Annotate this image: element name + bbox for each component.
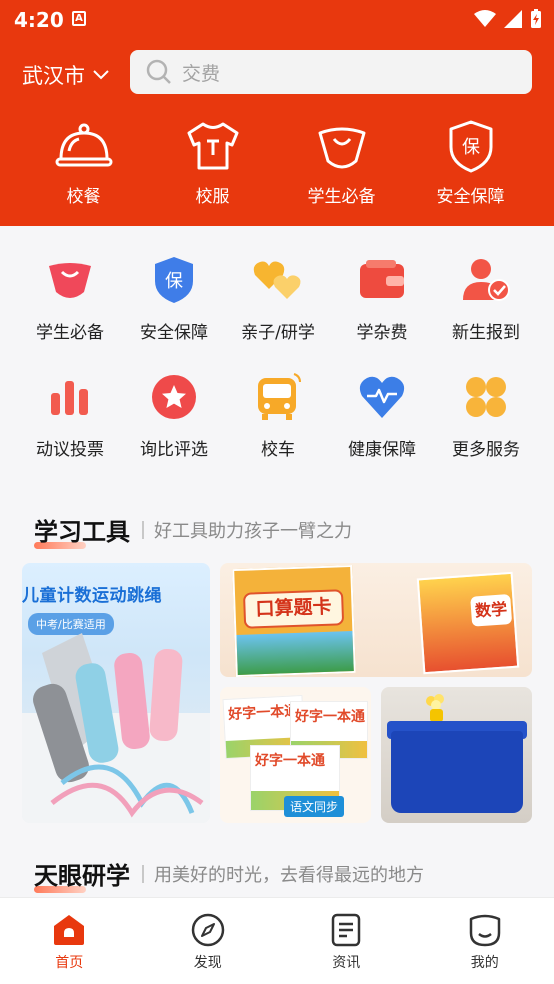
battery-icon bbox=[531, 9, 541, 28]
product-card-tablecloth[interactable] bbox=[381, 687, 532, 823]
grid-icon bbox=[466, 377, 506, 417]
product-card-math-books[interactable]: 口算题卡 数学 bbox=[220, 563, 532, 677]
section-title: 学习工具 bbox=[34, 518, 130, 546]
tab-label: 发现 bbox=[193, 955, 222, 971]
book-title: 好字一本通 bbox=[295, 709, 365, 725]
book-title: 数学 bbox=[470, 593, 513, 627]
service-label: 新生报到 bbox=[452, 323, 520, 343]
service-label: 学杂费 bbox=[356, 323, 408, 343]
status-time: 4:20 bbox=[14, 8, 64, 32]
product-card-jump-rope[interactable]: 儿童计数运动跳绳 中考/比赛适用 bbox=[22, 563, 210, 823]
compass-icon bbox=[191, 913, 224, 947]
flower-pot-image bbox=[426, 694, 444, 722]
shield-icon: 保 bbox=[449, 120, 492, 173]
service-label: 询比评选 bbox=[140, 440, 208, 460]
heart-pulse-icon bbox=[359, 376, 405, 418]
shield-icon: 保 bbox=[155, 257, 193, 303]
bus-icon bbox=[258, 373, 301, 420]
top-nav-meal[interactable]: 校餐 bbox=[19, 118, 148, 207]
service-vote[interactable]: 动议投票 bbox=[18, 369, 122, 460]
profile-icon bbox=[469, 914, 500, 947]
top-nav-label: 学生必备 bbox=[307, 187, 376, 207]
city-selector[interactable]: 武汉市 bbox=[22, 60, 109, 90]
service-label: 学生必备 bbox=[36, 323, 104, 343]
bottom-tab-bar: 首页 发现 资讯 我的 bbox=[0, 897, 554, 984]
top-nav: 校餐 校服 学生必备 保 安全保障 bbox=[0, 118, 554, 207]
service-enrollment[interactable]: 新生报到 bbox=[434, 252, 538, 343]
tab-news[interactable]: 资讯 bbox=[277, 898, 416, 984]
bar-chart-icon bbox=[51, 381, 88, 415]
tab-home[interactable]: 首页 bbox=[0, 898, 139, 984]
service-grid: 学生必备 保 安全保障 亲子/研学 学杂费 新生报到 动议投票 询比评选 校车 … bbox=[18, 252, 538, 460]
service-label: 动议投票 bbox=[36, 440, 104, 460]
service-label: 更多服务 bbox=[452, 440, 520, 460]
service-label: 校车 bbox=[261, 440, 295, 460]
svg-text:保: 保 bbox=[165, 271, 183, 292]
top-nav-safety[interactable]: 保 安全保障 bbox=[406, 118, 535, 207]
hearts-icon bbox=[253, 261, 301, 299]
section-title: 天眼研学 bbox=[34, 862, 130, 890]
chevron-down-icon bbox=[93, 70, 109, 80]
section-subtitle: 好工具助力孩子一臂之力 bbox=[154, 520, 352, 542]
top-nav-label: 安全保障 bbox=[436, 187, 505, 207]
service-more[interactable]: 更多服务 bbox=[434, 369, 538, 460]
book-cover: 数学 bbox=[416, 571, 520, 675]
service-fees[interactable]: 学杂费 bbox=[330, 252, 434, 343]
book-badge: 语文同步 bbox=[284, 796, 345, 817]
status-bar: 4:20 A bbox=[0, 0, 554, 40]
top-nav-label: 校餐 bbox=[66, 187, 101, 207]
book-illustration bbox=[236, 630, 354, 675]
notification-icon: A bbox=[72, 11, 86, 26]
service-label: 健康保障 bbox=[348, 440, 416, 460]
book-title: 口算题卡 bbox=[242, 589, 345, 629]
service-essentials[interactable]: 学生必备 bbox=[18, 252, 122, 343]
header: 4:20 A 武汉市 交费 校餐 校服 学生必备 保 安全保障 bbox=[0, 0, 554, 226]
star-icon bbox=[152, 375, 196, 419]
svg-text:保: 保 bbox=[462, 137, 480, 158]
divider bbox=[142, 864, 144, 883]
service-bus[interactable]: 校车 bbox=[226, 369, 330, 460]
section-subtitle: 用美好的时光，去看得最远的地方 bbox=[154, 864, 424, 886]
service-label: 安全保障 bbox=[140, 323, 208, 343]
book-title: 好字一本通 bbox=[255, 753, 325, 769]
bag-icon bbox=[49, 263, 91, 298]
tab-profile[interactable]: 我的 bbox=[416, 898, 554, 984]
signal-icon bbox=[504, 10, 522, 28]
tab-label: 首页 bbox=[55, 955, 84, 971]
cloche-icon bbox=[55, 123, 112, 167]
status-icons bbox=[474, 9, 542, 29]
service-selection[interactable]: 询比评选 bbox=[122, 369, 226, 460]
tab-label: 资讯 bbox=[332, 955, 361, 971]
top-nav-label: 校服 bbox=[195, 187, 230, 207]
city-label: 武汉市 bbox=[22, 64, 85, 88]
study-section-header: 天眼研学 用美好的时光，去看得最远的地方 bbox=[34, 856, 424, 893]
service-label: 亲子/研学 bbox=[241, 323, 315, 343]
divider bbox=[142, 520, 144, 539]
tab-discover[interactable]: 发现 bbox=[139, 898, 278, 984]
wallet-icon bbox=[360, 260, 404, 298]
tab-label: 我的 bbox=[470, 955, 499, 971]
jump-rope-image bbox=[22, 633, 210, 823]
service-health[interactable]: 健康保障 bbox=[330, 369, 434, 460]
user-check-icon bbox=[463, 259, 510, 301]
tshirt-icon bbox=[187, 122, 238, 170]
wifi-icon bbox=[474, 10, 496, 27]
service-family[interactable]: 亲子/研学 bbox=[226, 252, 330, 343]
product-card-handwriting-books[interactable]: 好字一本通 好字一本通 好字一本通 语文同步 bbox=[220, 687, 371, 823]
search-icon bbox=[146, 59, 171, 84]
search-input[interactable]: 交费 bbox=[130, 50, 532, 94]
book-cover: 口算题卡 bbox=[232, 564, 356, 677]
tablecloth-image bbox=[391, 731, 523, 813]
top-nav-uniform[interactable]: 校服 bbox=[148, 118, 277, 207]
bag-icon bbox=[318, 127, 365, 169]
book-title: 好字一本通 bbox=[227, 703, 299, 723]
news-icon bbox=[332, 913, 361, 947]
tools-section-header: 学习工具 好工具助力孩子一臂之力 bbox=[34, 512, 352, 549]
top-nav-essentials[interactable]: 学生必备 bbox=[277, 118, 406, 207]
home-icon bbox=[54, 915, 85, 945]
search-placeholder: 交费 bbox=[182, 62, 221, 85]
service-safety[interactable]: 保 安全保障 bbox=[122, 252, 226, 343]
